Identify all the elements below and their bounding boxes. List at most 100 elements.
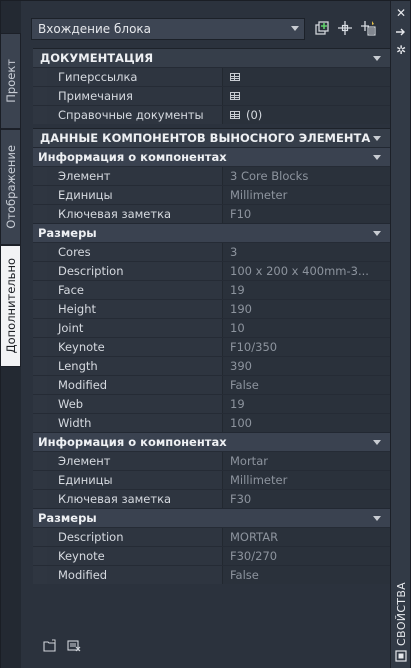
property-value: F30/270 [222, 547, 390, 565]
property-value: 100 x 200 x 400mm-3... [222, 262, 390, 280]
add-selection-icon[interactable] [313, 19, 331, 37]
property-row[interactable]: Элемент 3 Core Blocks [33, 166, 390, 185]
group-header[interactable]: Информация о компонентах [33, 432, 390, 451]
row-gutter [33, 106, 47, 124]
tab-project[interactable]: Проект [1, 33, 21, 129]
property-label: Length [47, 357, 222, 375]
property-value[interactable] [222, 87, 390, 105]
property-value[interactable] [222, 68, 390, 86]
quick-select-icon[interactable] [359, 19, 377, 37]
table-icon [230, 73, 240, 81]
property-row[interactable]: Description MORTAR [33, 527, 390, 546]
row-gutter [33, 167, 47, 185]
tab-display[interactable]: Отображение [1, 129, 21, 245]
row-gutter [33, 357, 47, 375]
property-row[interactable]: Ключевая заметка F10 [33, 204, 390, 223]
property-value: Mortar [222, 452, 390, 470]
property-row[interactable]: Face 19 [33, 280, 390, 299]
property-value: 10 [222, 319, 390, 337]
collapse-arrow-icon [373, 231, 381, 236]
row-gutter [33, 338, 47, 356]
property-row[interactable]: Гиперссылка [33, 67, 390, 86]
property-label: Description [47, 262, 222, 280]
property-label: Единицы [47, 471, 222, 489]
property-row[interactable]: Cores 3 [33, 242, 390, 261]
tab-display-label: Отображение [3, 145, 18, 229]
property-row[interactable]: Ключевая заметка F30 [33, 489, 390, 508]
property-label: Справочные документы [47, 106, 222, 124]
group-header[interactable]: Размеры [33, 508, 390, 527]
auto-hide-icon[interactable] [394, 25, 408, 39]
group-title: Размеры [38, 226, 97, 240]
collapse-arrow-icon [373, 440, 381, 445]
left-tab-strip: Проект Отображение Дополнительно [1, 1, 21, 668]
tab-extended[interactable]: Дополнительно [1, 245, 21, 367]
property-value: F10 [222, 205, 390, 223]
section-callout-component-data[interactable]: ДАННЫЕ КОМПОНЕНТОВ ВЫНОСНОГО ЭЛЕМЕНТА [33, 128, 390, 147]
property-row[interactable]: Joint 10 [33, 318, 390, 337]
property-row[interactable]: Примечания [33, 86, 390, 105]
row-gutter [33, 262, 47, 280]
property-grid: ДОКУМЕНТАЦИЯ Гиперссылка Примечания Спра… [33, 48, 390, 584]
ref-docs-count: (0) [246, 108, 263, 122]
group-title: Размеры [38, 511, 97, 525]
property-value: MORTAR [222, 528, 390, 546]
table-icon [230, 92, 240, 100]
property-value: Millimeter [222, 186, 390, 204]
object-type-select[interactable]: Вхождение блока [31, 18, 305, 40]
property-row[interactable]: Keynote F10/350 [33, 337, 390, 356]
row-gutter [33, 319, 47, 337]
collapse-arrow-icon [373, 155, 381, 160]
property-row[interactable]: Web 19 [33, 394, 390, 413]
property-row[interactable]: Keynote F30/270 [33, 546, 390, 565]
property-label: Единицы [47, 186, 222, 204]
remove-item-icon[interactable] [67, 639, 81, 652]
select-objects-icon[interactable] [336, 19, 354, 37]
property-row[interactable]: Справочные документы (0) [33, 105, 390, 124]
property-label: Modified [47, 376, 222, 394]
property-value: 19 [222, 281, 390, 299]
property-row[interactable]: Height 190 [33, 299, 390, 318]
group-header[interactable]: Размеры [33, 223, 390, 242]
properties-palette: Проект Отображение Дополнительно Вхожден… [0, 0, 411, 668]
property-row[interactable]: Modified False [33, 375, 390, 394]
row-gutter [33, 395, 47, 413]
property-label: Примечания [47, 87, 222, 105]
row-gutter [33, 490, 47, 508]
property-value[interactable]: (0) [222, 106, 390, 124]
section-callout-title: ДАННЫЕ КОМПОНЕНТОВ ВЫНОСНОГО ЭЛЕМЕНТА [40, 131, 371, 145]
gear-icon[interactable]: ✲ [394, 43, 408, 57]
row-gutter [33, 528, 47, 546]
row-gutter [33, 376, 47, 394]
group-header[interactable]: Информация о компонентах [33, 147, 390, 166]
row-gutter [33, 205, 47, 223]
property-value: 19 [222, 395, 390, 413]
property-label: Ключевая заметка [47, 490, 222, 508]
property-label: Keynote [47, 547, 222, 565]
toolbar: Вхождение блока [31, 17, 383, 41]
property-label: Элемент [47, 452, 222, 470]
open-folder-icon[interactable] [43, 639, 57, 652]
property-row[interactable]: Элемент Mortar [33, 451, 390, 470]
tab-extended-label: Дополнительно [3, 258, 18, 354]
properties-icon[interactable] [394, 649, 408, 663]
palette-title-label: СВОЙСТВА [394, 582, 408, 646]
property-label: Modified [47, 566, 222, 584]
properties-main: Вхождение блока ДОКУМЕНТАЦИЯ Гиперссылка [21, 1, 391, 668]
row-gutter [33, 414, 47, 432]
property-row[interactable]: Description 100 x 200 x 400mm-3... [33, 261, 390, 280]
group-title: Информация о компонентах [38, 150, 227, 164]
property-row[interactable]: Единицы Millimeter [33, 470, 390, 489]
property-value: 390 [222, 357, 390, 375]
section-documentation[interactable]: ДОКУМЕНТАЦИЯ [33, 48, 390, 67]
row-gutter [33, 300, 47, 318]
row-gutter [33, 243, 47, 261]
property-row[interactable]: Length 390 [33, 356, 390, 375]
property-label: Width [47, 414, 222, 432]
property-row[interactable]: Width 100 [33, 413, 390, 432]
property-row[interactable]: Modified False [33, 565, 390, 584]
row-gutter [33, 566, 47, 584]
close-icon[interactable]: ✕ [394, 6, 408, 20]
property-label: Height [47, 300, 222, 318]
property-row[interactable]: Единицы Millimeter [33, 185, 390, 204]
